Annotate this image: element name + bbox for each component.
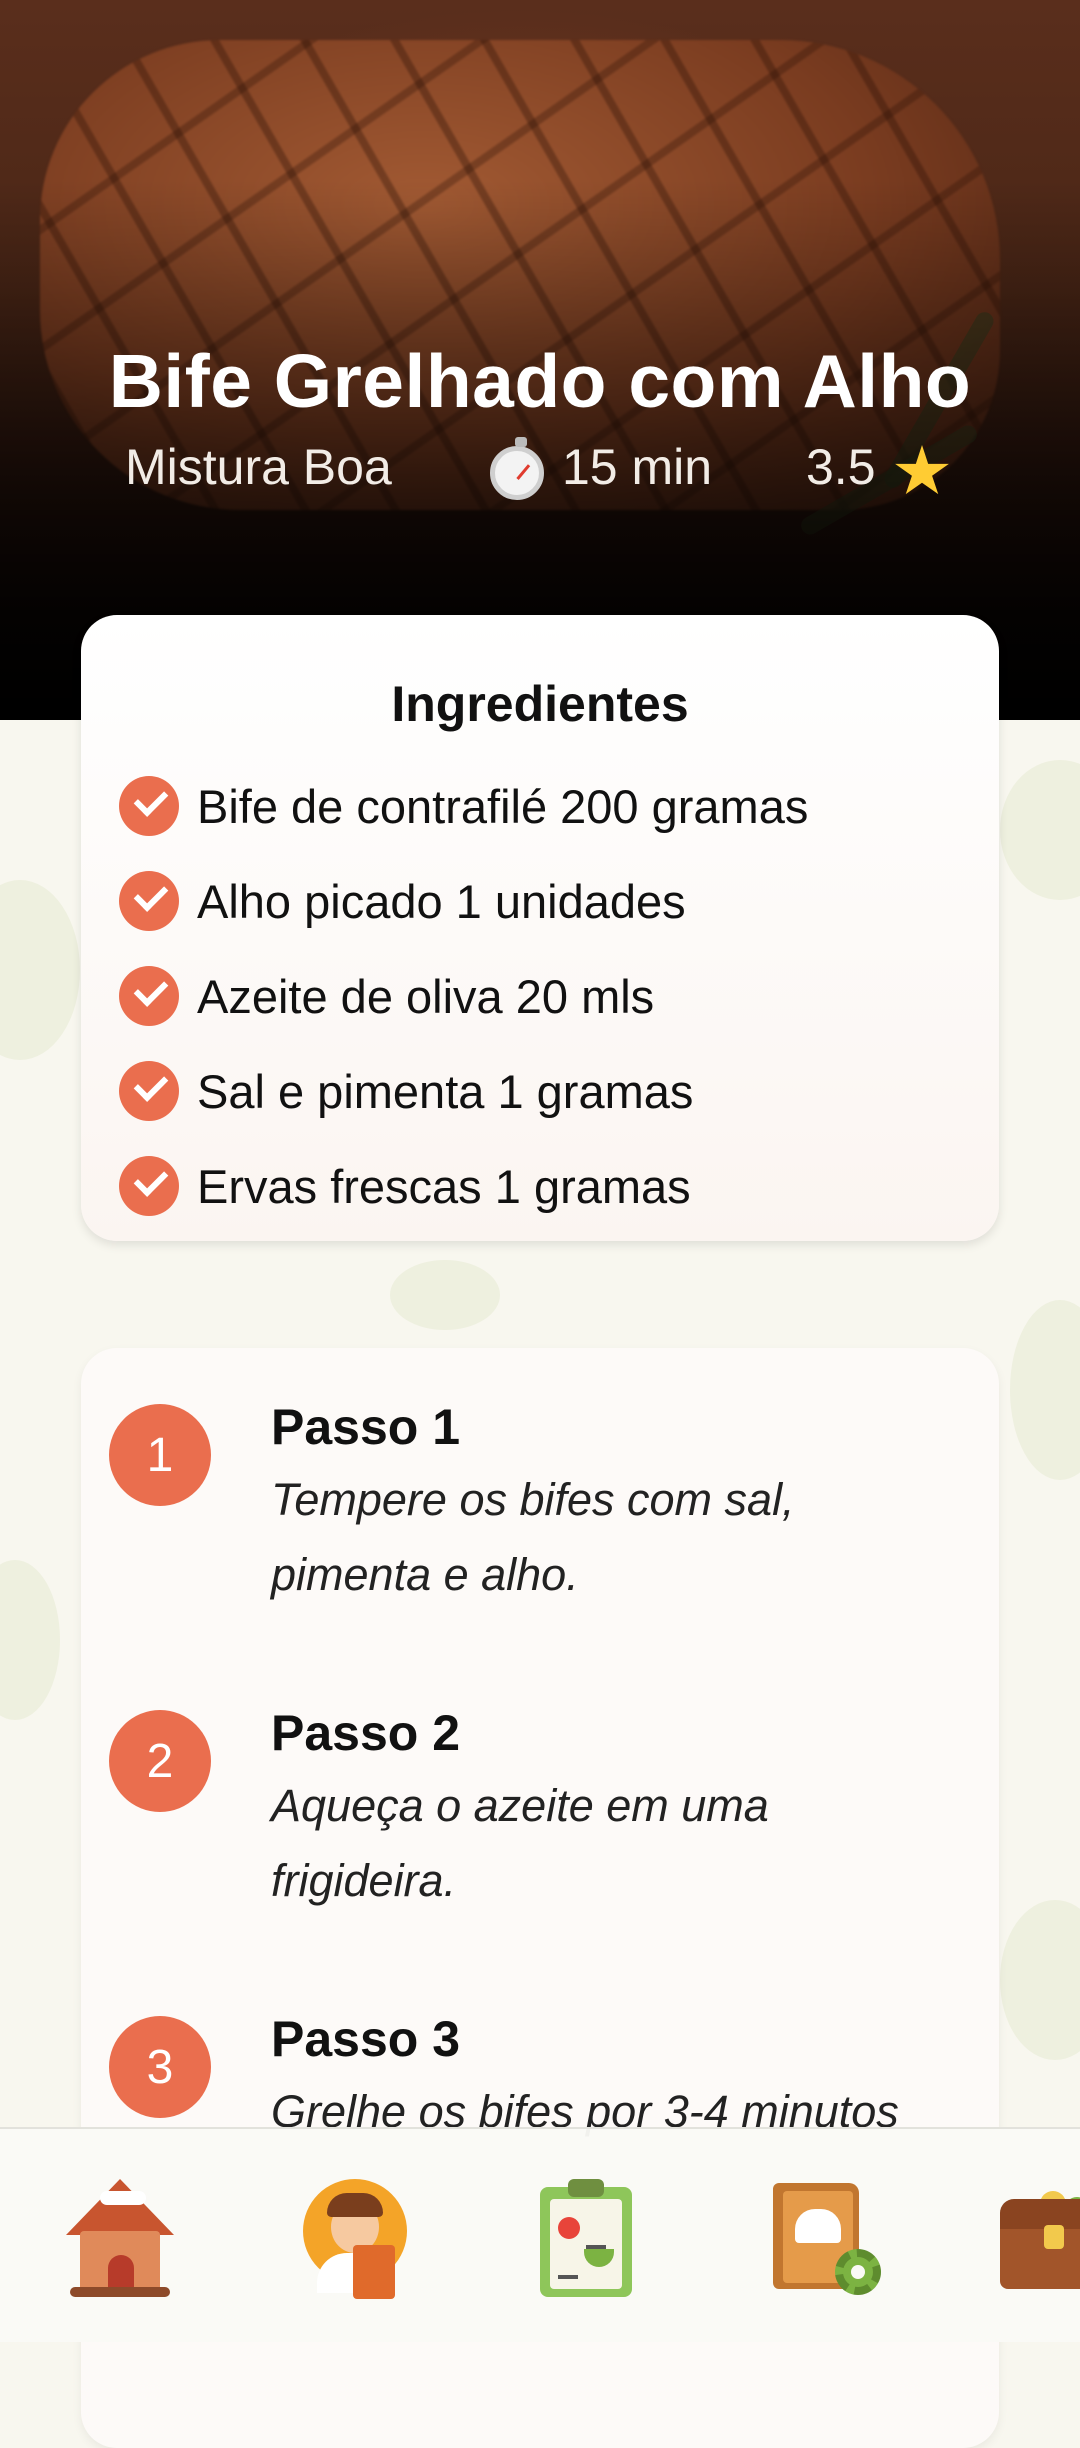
ingredient-label: Bife de contrafilé 200 gramas [197,779,809,833]
ingredient-label: Sal e pimenta 1 gramas [197,1064,694,1118]
background-doodle [390,1260,500,1330]
ingredients-card: Ingredientes Bife de contrafilé 200 gram… [81,615,999,1241]
nav-pantry-button[interactable] [1000,2179,1080,2299]
step-title: Passo 2 [271,1705,461,1761]
check-icon [119,1156,179,1216]
ingredient-label: Ervas frescas 1 gramas [197,1159,691,1213]
nav-recipe-settings-button[interactable] [765,2179,885,2299]
step-text: Tempere os bifes com sal, pimenta e alho… [271,1474,795,1600]
ingredient-item[interactable]: Bife de contrafilé 200 gramas [119,775,808,837]
ingredient-label: Azeite de oliva 20 mls [197,969,655,1023]
step-title: Passo 3 [271,2011,461,2067]
check-icon [119,776,179,836]
step-number-badge: 2 [109,1710,211,1812]
recipe-rating: 3.5 [806,439,876,495]
check-icon [119,966,179,1026]
nav-shopping-list-button[interactable] [530,2179,650,2299]
check-icon [119,1061,179,1121]
background-doodle [1010,1300,1080,1480]
stopwatch-icon [490,437,544,500]
step-number-badge: 3 [109,2016,211,2118]
nav-profile-button[interactable] [297,2179,417,2299]
bottom-navigation [0,2127,1080,2342]
ingredients-title: Ingredientes [391,676,689,732]
recipe-time: 15 min [562,439,713,495]
ingredient-label: Alho picado 1 unidades [197,874,686,928]
step-number-badge: 1 [109,1404,211,1506]
background-doodle [1000,1900,1080,2060]
step-title: Passo 1 [271,1399,461,1455]
ingredient-item[interactable]: Ervas frescas 1 gramas [119,1155,691,1217]
check-icon [119,871,179,931]
recipe-category: Mistura Boa [125,439,392,495]
background-doodle [0,1560,60,1720]
ingredient-item[interactable]: Alho picado 1 unidades [119,870,686,932]
ingredient-item[interactable]: Sal e pimenta 1 gramas [119,1060,693,1122]
nav-home-button[interactable] [60,2179,180,2299]
ingredient-item[interactable]: Azeite de oliva 20 mls [119,965,654,1027]
step-text: Aqueça o azeite em uma frigideira. [271,1780,769,1906]
background-doodle [0,880,80,1060]
background-doodle [1000,760,1080,900]
recipe-title: Bife Grelhado com Alho [108,339,972,423]
